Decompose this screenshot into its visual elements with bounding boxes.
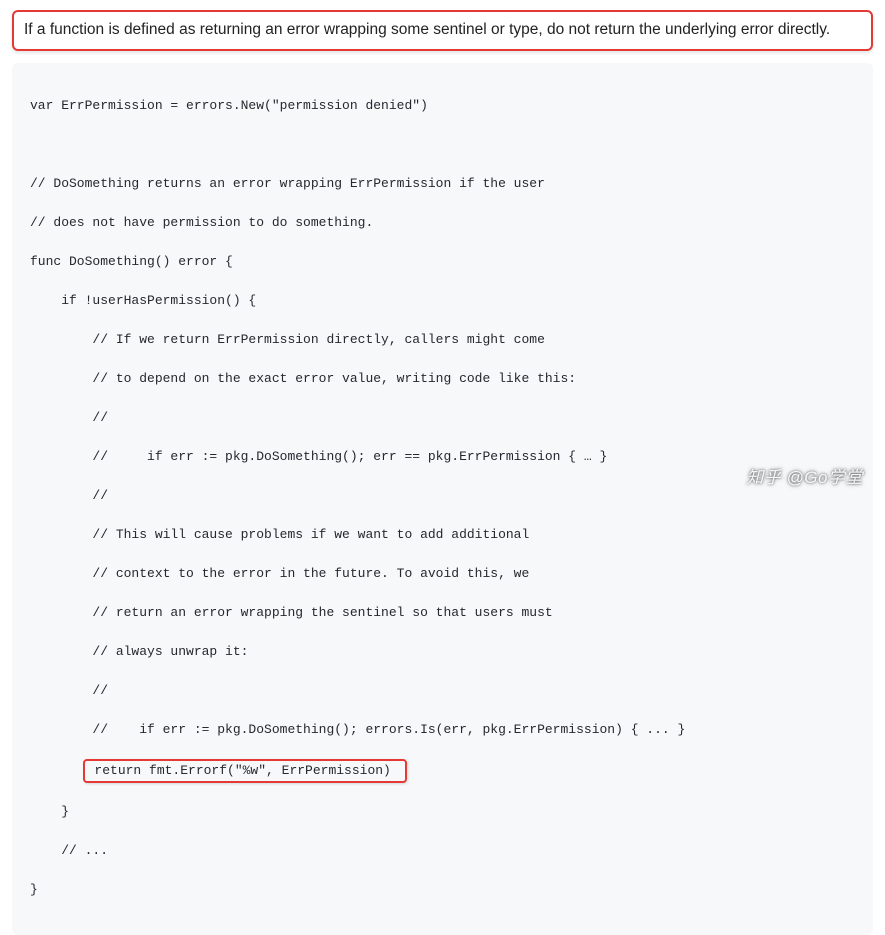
code-line: // return an error wrapping the sentinel… <box>30 603 855 623</box>
code-line: // This will cause problems if we want t… <box>30 525 855 545</box>
code-line: } <box>30 880 855 900</box>
code-line: // if err := pkg.DoSomething(); err == p… <box>30 447 855 467</box>
code-line-highlighted: return fmt.Errorf("%w", ErrPermission) <box>30 759 855 783</box>
code-line <box>30 135 855 155</box>
code-line: if !userHasPermission() { <box>30 291 855 311</box>
code-line: // <box>30 681 855 701</box>
code-line: // <box>30 486 855 506</box>
code-line: } <box>30 802 855 822</box>
callout-text: If a function is defined as returning an… <box>24 21 830 38</box>
highlight-box: return fmt.Errorf("%w", ErrPermission) <box>83 759 407 783</box>
code-line: // <box>30 408 855 428</box>
code-line: // if err := pkg.DoSomething(); errors.I… <box>30 720 855 740</box>
code-line: var ErrPermission = errors.New("permissi… <box>30 96 855 116</box>
code-line: // context to the error in the future. T… <box>30 564 855 584</box>
code-line: // to depend on the exact error value, w… <box>30 369 855 389</box>
highlight-content: return fmt.Errorf("%w", ErrPermission) <box>87 763 399 778</box>
code-line: // ... <box>30 841 855 861</box>
code-line: // If we return ErrPermission directly, … <box>30 330 855 350</box>
callout-box: If a function is defined as returning an… <box>12 10 873 51</box>
code-line: // does not have permission to do someth… <box>30 213 855 233</box>
code-block: var ErrPermission = errors.New("permissi… <box>12 63 873 935</box>
code-line: // always unwrap it: <box>30 642 855 662</box>
code-line: func DoSomething() error { <box>30 252 855 272</box>
indent <box>30 763 85 778</box>
code-line: // DoSomething returns an error wrapping… <box>30 174 855 194</box>
